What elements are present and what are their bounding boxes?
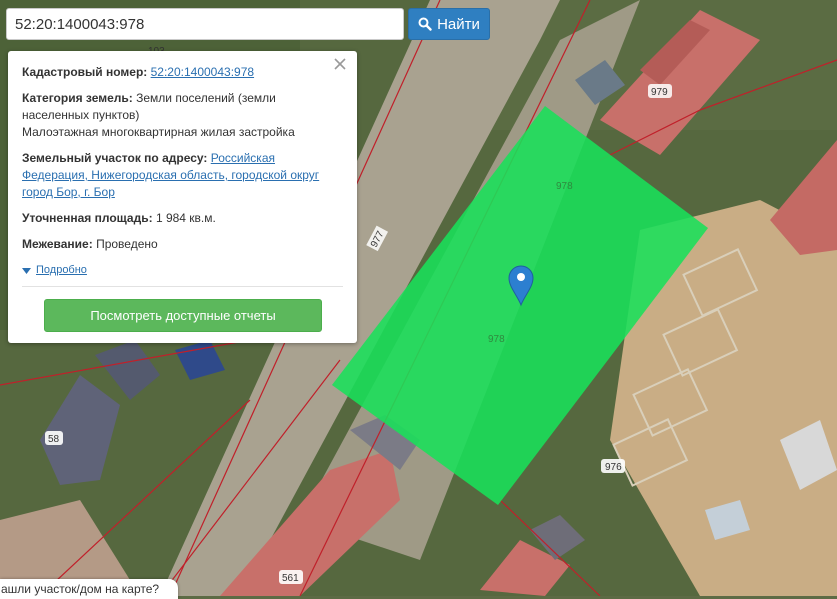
divider xyxy=(22,286,343,287)
svg-text:58: 58 xyxy=(48,434,60,445)
address-row: Земельный участок по адресу: Российская … xyxy=(22,150,343,201)
search-button[interactable]: Найти xyxy=(408,8,490,40)
label-561: 561 xyxy=(279,570,303,584)
details-link[interactable]: Подробно xyxy=(36,262,87,279)
parcel-label-978-center: 978 xyxy=(488,334,505,345)
caret-down-icon xyxy=(22,267,31,274)
search-button-label: Найти xyxy=(437,15,480,33)
address-label: Земельный участок по адресу: xyxy=(22,151,208,165)
svg-text:561: 561 xyxy=(282,573,299,584)
search-input[interactable] xyxy=(6,8,404,40)
label-58: 58 xyxy=(45,431,63,445)
parcel-info-panel: Кадастровый номер: 52:20:1400043:978 Кат… xyxy=(8,51,357,343)
usage-value: Малоэтажная многоквартирная жилая застро… xyxy=(22,125,295,139)
area-value: 1 984 кв.м. xyxy=(155,211,216,225)
survey-row: Межевание: Проведено xyxy=(22,236,343,253)
category-row: Категория земель: Земли поселений (земли… xyxy=(22,90,343,141)
area-label: Уточненная площадь: xyxy=(22,211,153,225)
cadastral-label: Кадастровый номер: xyxy=(22,65,148,79)
area-row: Уточненная площадь: 1 984 кв.м. xyxy=(22,210,343,227)
label-976: 976 xyxy=(601,459,625,473)
survey-value: Проведено xyxy=(96,237,158,251)
cadastral-number-link[interactable]: 52:20:1400043:978 xyxy=(151,65,254,79)
search-icon xyxy=(418,17,432,31)
details-toggle[interactable]: Подробно xyxy=(22,262,343,279)
svg-text:976: 976 xyxy=(605,462,622,473)
label-979: 979 xyxy=(648,84,672,98)
view-reports-button[interactable]: Посмотреть доступные отчеты xyxy=(44,299,322,332)
close-icon[interactable] xyxy=(332,56,348,72)
category-label: Категория земель: xyxy=(22,91,133,105)
cadastral-row: Кадастровый номер: 52:20:1400043:978 xyxy=(22,64,343,81)
hint-banner[interactable]: ашли участок/дом на карте? xyxy=(0,579,178,599)
survey-label: Межевание: xyxy=(22,237,93,251)
parcel-label-978-top: 978 xyxy=(556,181,573,192)
svg-text:979: 979 xyxy=(651,87,668,98)
